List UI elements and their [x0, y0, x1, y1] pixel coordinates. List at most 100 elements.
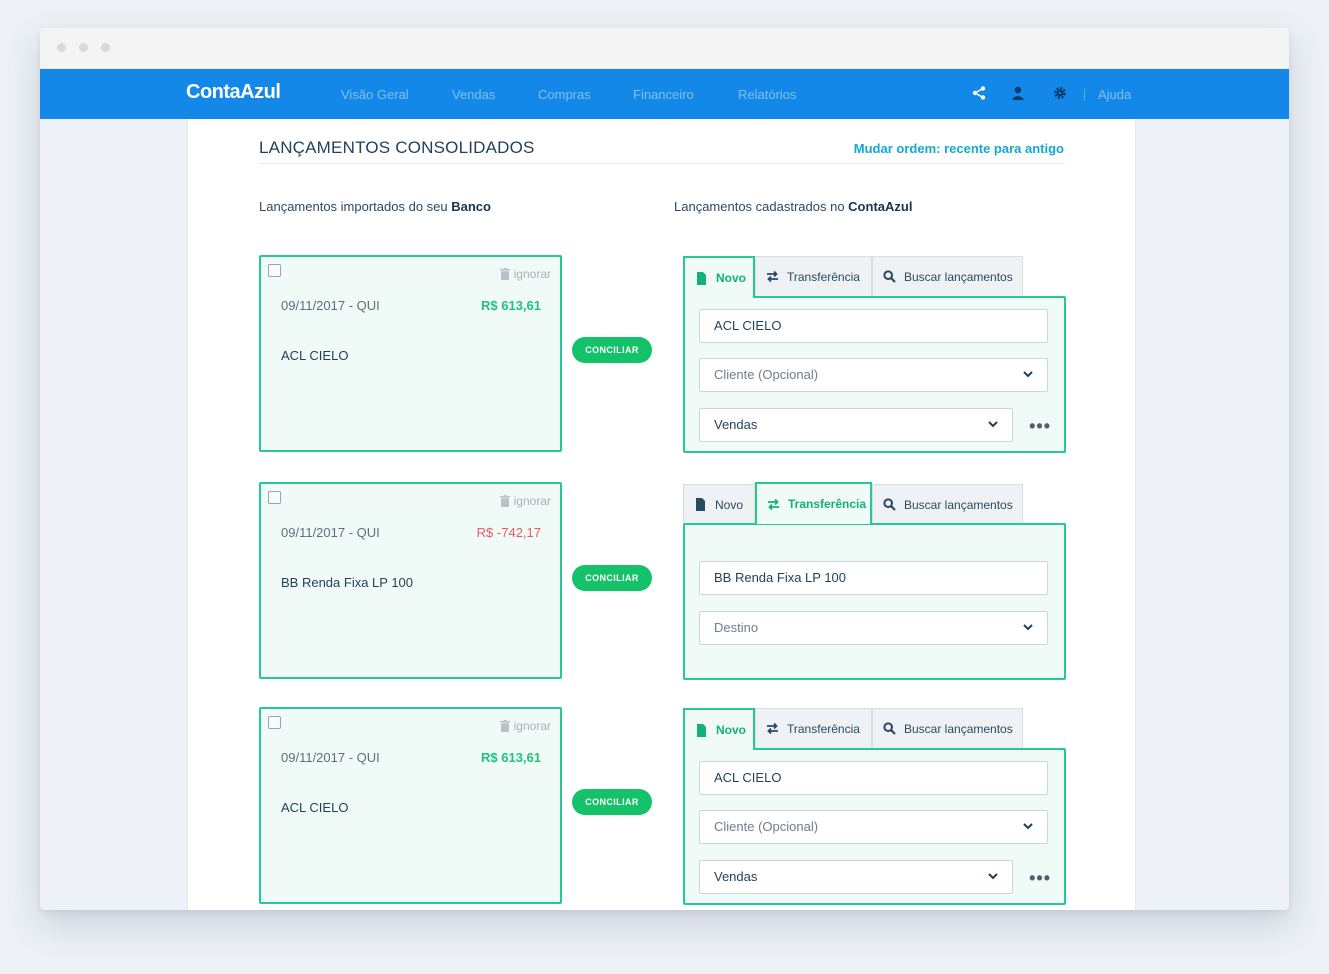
- more-options-icon[interactable]: •••: [1029, 868, 1051, 889]
- transfer-icon: [767, 722, 778, 735]
- tab-transferencia-label: Transferência: [787, 721, 860, 736]
- entry-description: ACL CIELO: [281, 348, 349, 363]
- search-icon: [883, 498, 896, 511]
- cliente-select-placeholder: Cliente (Opcional): [714, 819, 819, 834]
- chevron-down-icon: [1023, 823, 1033, 830]
- tab-buscar-lancamentos[interactable]: Buscar lançamentos: [872, 256, 1023, 296]
- entry-form: ACL CIELO Cliente (Opcional) Vendas •••: [683, 748, 1066, 905]
- page-title: LANÇAMENTOS CONSOLIDADOS: [259, 138, 535, 157]
- entry-amount: R$ 613,61: [481, 750, 541, 765]
- entry-amount: R$ -742,17: [476, 525, 541, 540]
- trash-icon: [499, 268, 510, 280]
- tab-transferencia[interactable]: Transferência: [755, 256, 872, 296]
- categoria-select-value: Vendas: [714, 869, 758, 884]
- entry-date: 09/11/2017 - QUI: [281, 298, 380, 313]
- entry-date: 09/11/2017 - QUI: [281, 750, 380, 765]
- entry-checkbox[interactable]: [268, 491, 281, 504]
- nav-item-vendas[interactable]: Vendas: [452, 87, 495, 102]
- cliente-select[interactable]: Cliente (Opcional): [699, 810, 1048, 844]
- entry-checkbox[interactable]: [268, 716, 281, 729]
- tab-buscar-lancamentos[interactable]: Buscar lançamentos: [872, 484, 1023, 524]
- entry-checkbox[interactable]: [268, 264, 281, 277]
- conciliar-button[interactable]: CONCILIAR: [572, 565, 652, 591]
- categoria-select[interactable]: Vendas: [699, 860, 1013, 894]
- categoria-select-value: Vendas: [714, 417, 758, 432]
- trash-icon: [499, 720, 510, 732]
- nav-item-relatorios[interactable]: Relatórios: [738, 87, 797, 102]
- share-icon[interactable]: [971, 85, 987, 101]
- title-divider: [259, 163, 1065, 164]
- search-icon: [883, 270, 896, 283]
- chevron-down-icon: [1023, 371, 1033, 378]
- bank-entry-card: ignorar 09/11/2017 - QUI R$ -742,17 BB R…: [259, 482, 562, 679]
- tab-buscar-label: Buscar lançamentos: [904, 497, 1013, 512]
- entry-form: BB Renda Fixa LP 100 Destino: [683, 523, 1066, 680]
- entry-amount: R$ 613,61: [481, 298, 541, 313]
- tab-novo-label: Novo: [716, 271, 746, 285]
- nav-help-link[interactable]: Ajuda: [1098, 87, 1131, 102]
- description-input[interactable]: ACL CIELO: [699, 309, 1048, 343]
- description-input[interactable]: ACL CIELO: [699, 761, 1048, 795]
- tab-transferencia[interactable]: Transferência: [755, 482, 872, 524]
- description-input[interactable]: BB Renda Fixa LP 100: [699, 561, 1048, 595]
- tab-novo[interactable]: Novo: [683, 256, 755, 298]
- tab-buscar-lancamentos[interactable]: Buscar lançamentos: [872, 708, 1023, 748]
- entry-form: ACL CIELO Cliente (Opcional) Vendas •••: [683, 296, 1066, 453]
- trash-icon: [499, 495, 510, 507]
- window-minimize-dot[interactable]: [79, 43, 88, 52]
- nav-item-visao-geral[interactable]: Visão Geral: [341, 87, 409, 102]
- ignore-button[interactable]: ignorar: [499, 494, 551, 508]
- entry-description: ACL CIELO: [281, 800, 349, 815]
- cliente-select[interactable]: Cliente (Opcional): [699, 358, 1048, 392]
- conciliar-button[interactable]: CONCILIAR: [572, 337, 652, 363]
- chevron-down-icon: [1023, 624, 1033, 631]
- browser-titlebar: [40, 28, 1289, 69]
- ignore-label: ignorar: [513, 719, 551, 733]
- window-maximize-dot[interactable]: [101, 43, 110, 52]
- tab-transferencia-label: Transferência: [788, 497, 867, 511]
- bank-column-label: Lançamentos importados do seu Banco: [259, 199, 491, 214]
- destino-select[interactable]: Destino: [699, 611, 1048, 645]
- main-content: LANÇAMENTOS CONSOLIDADOS Mudar ordem: re…: [187, 119, 1136, 910]
- bank-entry-card: ignorar 09/11/2017 - QUI R$ 613,61 ACL C…: [259, 707, 562, 904]
- chevron-down-icon: [988, 421, 998, 428]
- document-icon: [697, 271, 706, 285]
- nav-item-compras[interactable]: Compras: [538, 87, 591, 102]
- nav-separator: [1084, 89, 1085, 101]
- categoria-select[interactable]: Vendas: [699, 408, 1013, 442]
- tab-buscar-label: Buscar lançamentos: [904, 269, 1013, 284]
- window-close-dot[interactable]: [57, 43, 66, 52]
- document-icon: [697, 723, 706, 737]
- entry-date: 09/11/2017 - QUI: [281, 525, 380, 540]
- tab-buscar-label: Buscar lançamentos: [904, 721, 1013, 736]
- transfer-icon: [768, 498, 779, 510]
- tab-novo-label: Novo: [716, 723, 746, 737]
- ignore-label: ignorar: [513, 267, 551, 281]
- browser-window: ContaAzul Visão Geral Vendas Compras Fin…: [40, 28, 1289, 910]
- tab-novo[interactable]: Novo: [683, 484, 755, 524]
- top-navbar: ContaAzul Visão Geral Vendas Compras Fin…: [40, 69, 1289, 119]
- tab-transferencia-label: Transferência: [787, 269, 860, 284]
- chevron-down-icon: [988, 873, 998, 880]
- logo[interactable]: ContaAzul: [186, 81, 281, 104]
- ignore-button[interactable]: ignorar: [499, 267, 551, 281]
- change-order-link[interactable]: Mudar ordem: recente para antigo: [854, 141, 1064, 156]
- nav-item-financeiro[interactable]: Financeiro: [633, 87, 694, 102]
- gear-icon[interactable]: [1052, 85, 1068, 101]
- bank-entry-card: ignorar 09/11/2017 - QUI R$ 613,61 ACL C…: [259, 255, 562, 452]
- more-options-icon[interactable]: •••: [1029, 416, 1051, 437]
- transfer-icon: [767, 270, 778, 283]
- user-icon[interactable]: [1010, 85, 1026, 101]
- tab-novo[interactable]: Novo: [683, 708, 755, 750]
- ignore-button[interactable]: ignorar: [499, 719, 551, 733]
- destino-select-placeholder: Destino: [714, 620, 759, 635]
- contaazul-column-label: Lançamentos cadastrados no ContaAzul: [674, 199, 913, 214]
- ignore-label: ignorar: [513, 494, 551, 508]
- conciliar-button[interactable]: CONCILIAR: [572, 789, 652, 815]
- document-icon: [696, 498, 705, 511]
- cliente-select-placeholder: Cliente (Opcional): [714, 367, 819, 382]
- search-icon: [883, 722, 896, 735]
- tab-transferencia[interactable]: Transferência: [755, 708, 872, 748]
- tab-novo-label: Novo: [715, 497, 744, 512]
- entry-description: BB Renda Fixa LP 100: [281, 575, 414, 590]
